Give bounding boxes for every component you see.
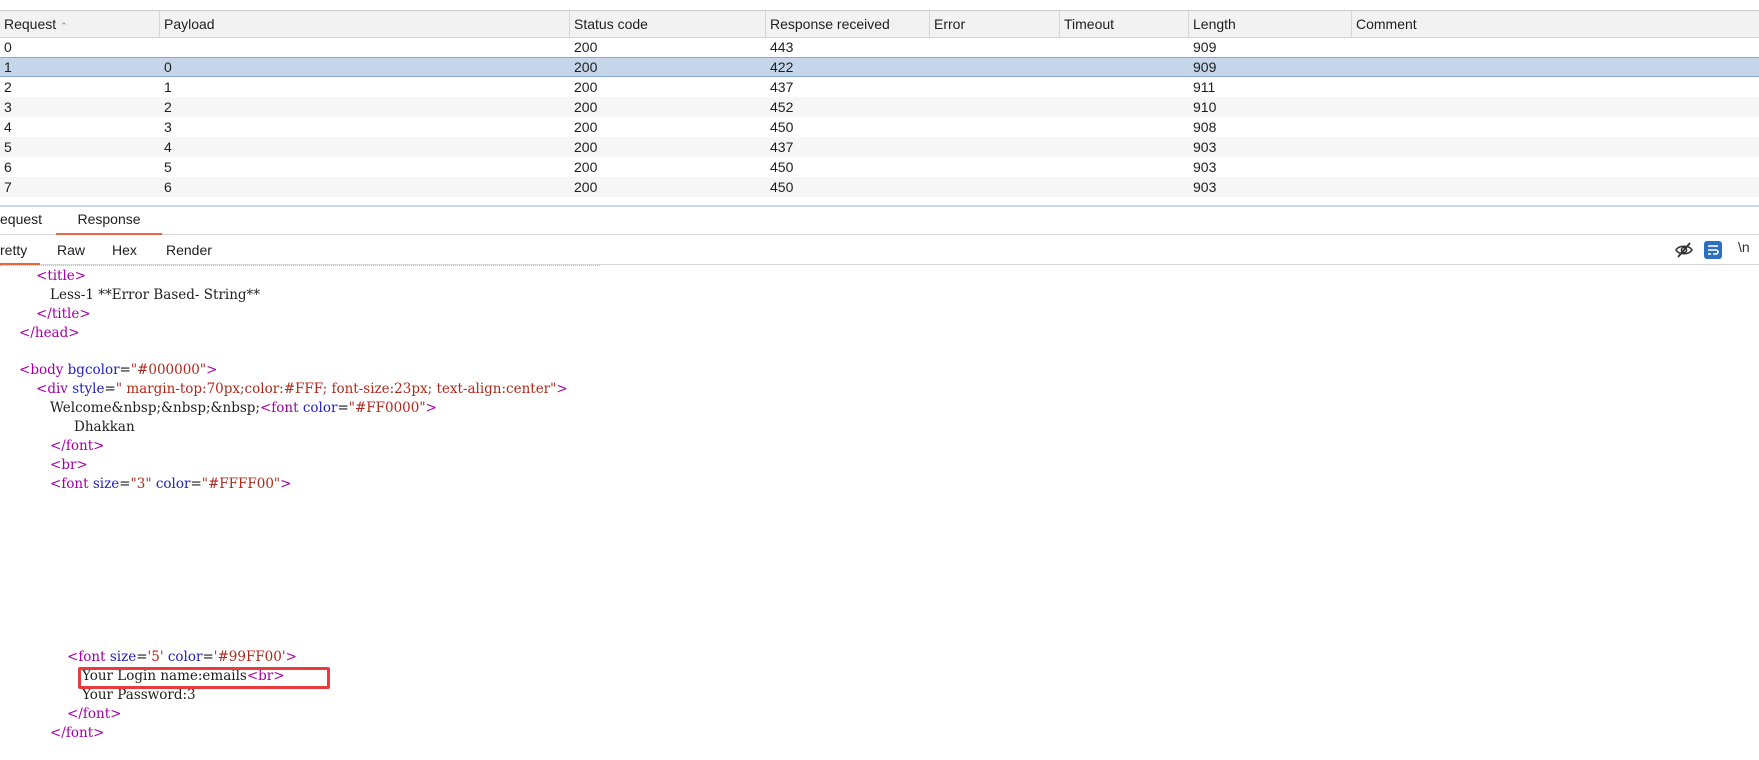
code-line: <div style=" margin-top:70px;color:#FFF;… [36,381,568,397]
message-tabs: equest Response [0,206,1759,235]
column-header-response-received[interactable]: Response received [766,11,930,37]
tab-response[interactable]: Response [56,206,162,235]
response-code-view: <title> Less-1 **Error Based- String** <… [0,265,1759,760]
sort-ascending-icon: ⌃ [60,21,68,31]
code-line: <title> [36,268,87,284]
table-row[interactable]: 5 4 200 437 903 [0,137,1759,157]
table-row[interactable]: 0 200 443 909 [0,37,1759,57]
tab-raw[interactable]: Raw [57,235,85,263]
tab-request[interactable]: equest [0,206,52,233]
view-tabs: retty Raw Hex Render \n [0,235,1759,265]
code-line: </title> [36,306,91,322]
code-line: <br> [50,457,88,473]
column-header-comment[interactable]: Comment [1352,11,1759,37]
code-line: <body bgcolor="#000000"> [19,362,218,378]
column-header-status-code[interactable]: Status code [570,11,766,37]
code-line: </font> [50,725,105,741]
table-header: Request ⌃ Payload Status code Response re… [0,11,1759,38]
newline-toggle-icon[interactable]: \n [1738,239,1750,255]
table-row[interactable]: 3 2 200 452 910 [0,97,1759,117]
column-header-error[interactable]: Error [930,11,1060,37]
table-row-selected[interactable]: 1 0 200 422 909 [0,57,1759,77]
table-row[interactable]: 2 1 200 437 911 [0,77,1759,97]
code-line: </head> [19,325,80,341]
column-header-payload[interactable]: Payload [160,11,570,37]
highlight-box [78,667,330,689]
code-line: Welcome&nbsp;&nbsp;&nbsp;<font color="#F… [50,400,437,416]
code-line: <font size='5' color='#99FF00'> [67,649,297,665]
code-line: </font> [67,706,122,722]
table-row[interactable]: 6 5 200 450 903 [0,157,1759,177]
results-table: Request ⌃ Payload Status code Response re… [0,10,1759,207]
table-row[interactable]: 7 6 200 450 903 [0,177,1759,197]
column-header-timeout[interactable]: Timeout [1060,11,1189,37]
code-line: </font> [50,438,105,454]
code-line: Dhakkan [74,419,135,435]
column-header-request[interactable]: Request ⌃ [0,11,160,37]
tab-hex[interactable]: Hex [112,235,137,263]
eye-slash-icon[interactable] [1675,241,1693,259]
word-wrap-icon[interactable] [1704,241,1722,259]
table-row[interactable]: 4 3 200 450 908 [0,117,1759,137]
column-header-length[interactable]: Length [1189,11,1352,37]
code-line: Less-1 **Error Based- String** [50,287,261,303]
code-line: <font size="3" color="#FFFF00"> [50,476,292,492]
tab-render[interactable]: Render [166,235,212,263]
tab-pretty[interactable]: retty [0,235,40,265]
clipped-line [0,265,600,266]
